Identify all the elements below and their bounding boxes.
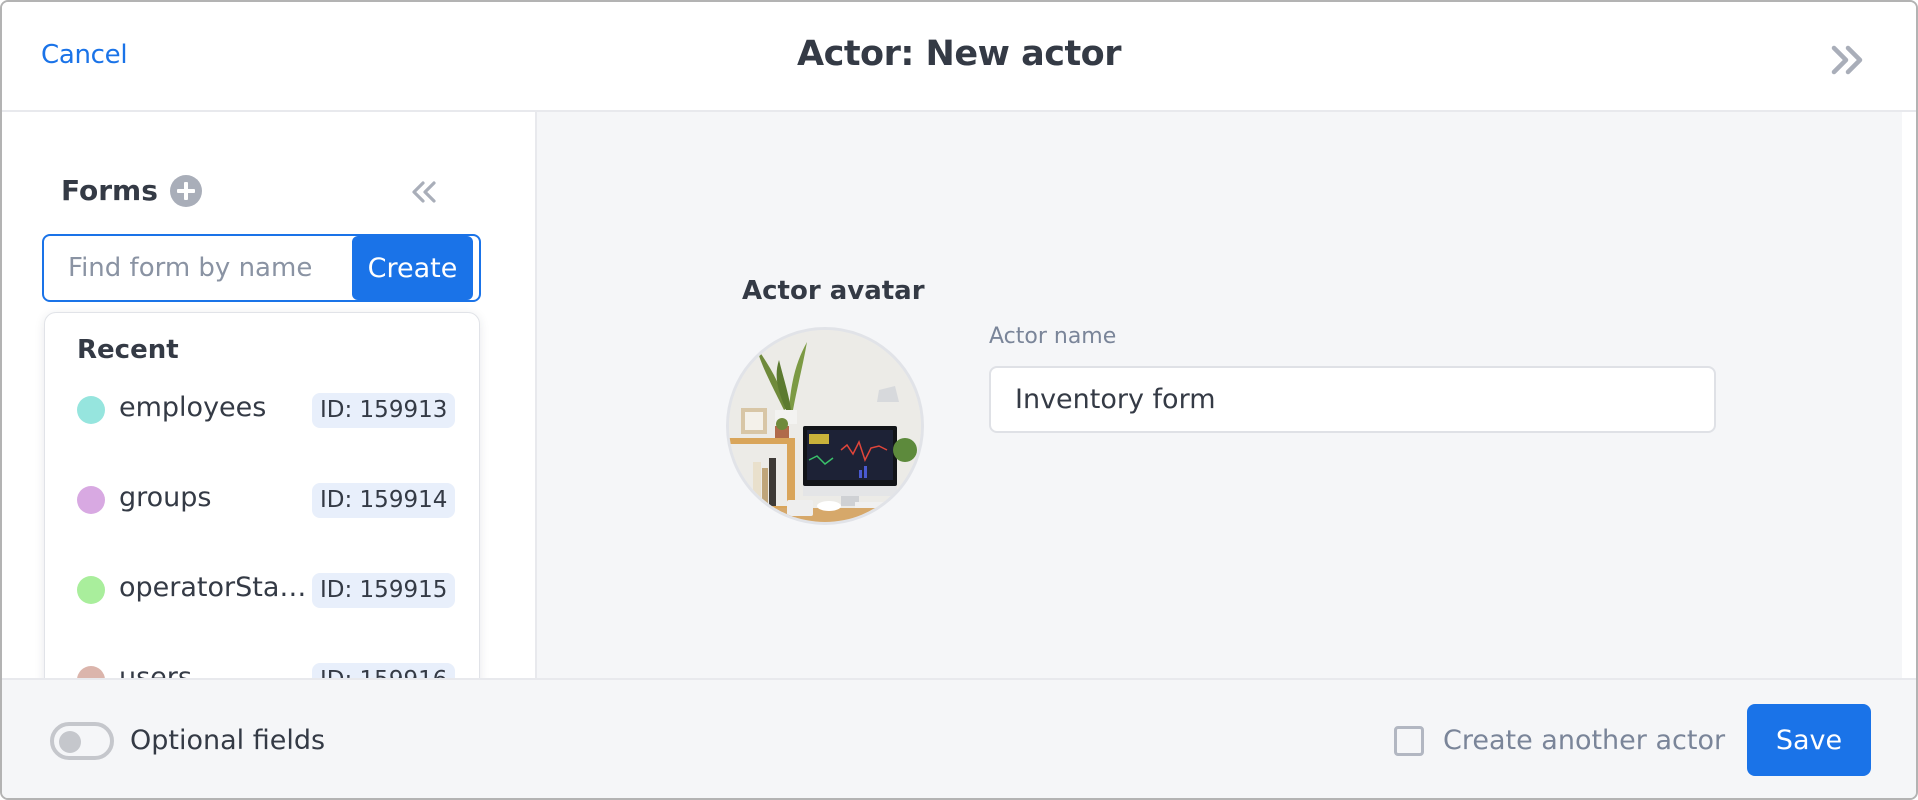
form-name: operatorStat... <box>119 572 309 603</box>
form-id-badge: ID: 159914 <box>312 483 456 518</box>
actor-main-panel: Actor avatar Actor name Inventory form <box>537 112 1902 678</box>
toggle-knob <box>59 731 81 753</box>
form-color-dot <box>77 666 105 678</box>
form-color-dot <box>77 396 105 424</box>
dialog-title: Actor: New actor <box>796 34 1122 74</box>
actor-name-label: Actor name <box>989 324 1117 349</box>
optional-fields-label: Optional fields <box>130 725 326 756</box>
create-another-checkbox[interactable] <box>1394 726 1424 756</box>
forms-dropdown: Recent employees ID: 159913 groups ID: 1… <box>44 312 480 678</box>
form-name: groups <box>119 482 212 513</box>
dialog-footer: Optional fields Create another actor Sav… <box>2 678 1916 798</box>
plus-circle-icon[interactable] <box>170 175 202 207</box>
double-chevron-left-icon[interactable] <box>410 180 438 204</box>
scrollbar-track[interactable] <box>1902 112 1916 678</box>
form-list-item[interactable]: operatorStat... ID: 159915 <box>45 560 479 620</box>
create-another-label[interactable]: Create another actor <box>1443 725 1725 756</box>
form-color-dot <box>77 486 105 514</box>
desk-workspace-illustration <box>729 330 921 522</box>
forms-sidebar: Forms Create Recent employees ID: 1599 <box>2 112 537 678</box>
form-list-item[interactable]: users ID: 159916 <box>45 650 479 678</box>
create-form-button[interactable]: Create <box>352 236 473 300</box>
avatar-title: Actor avatar <box>742 276 925 306</box>
form-name: users <box>119 662 192 678</box>
form-id-badge: ID: 159916 <box>312 663 456 678</box>
actor-avatar-image[interactable] <box>726 327 924 525</box>
form-search-group: Create <box>42 234 481 302</box>
recent-section-label: Recent <box>77 335 179 365</box>
form-id-badge: ID: 159915 <box>312 573 456 608</box>
optional-fields-toggle[interactable] <box>50 722 114 760</box>
form-list-item[interactable]: groups ID: 159914 <box>45 470 479 530</box>
double-chevron-right-icon[interactable] <box>1828 44 1868 76</box>
save-button[interactable]: Save <box>1747 704 1871 776</box>
actor-name-input[interactable] <box>989 366 1716 433</box>
form-id-badge: ID: 159913 <box>312 393 456 428</box>
form-search-input[interactable] <box>44 236 354 300</box>
dialog-header: Cancel Actor: New actor <box>2 2 1916 112</box>
form-list-item[interactable]: employees ID: 159913 <box>45 380 479 440</box>
form-color-dot <box>77 576 105 604</box>
actor-dialog: Cancel Actor: New actor Forms Find form … <box>0 0 1918 800</box>
forms-title: Forms <box>61 174 158 207</box>
form-name: employees <box>119 392 267 423</box>
